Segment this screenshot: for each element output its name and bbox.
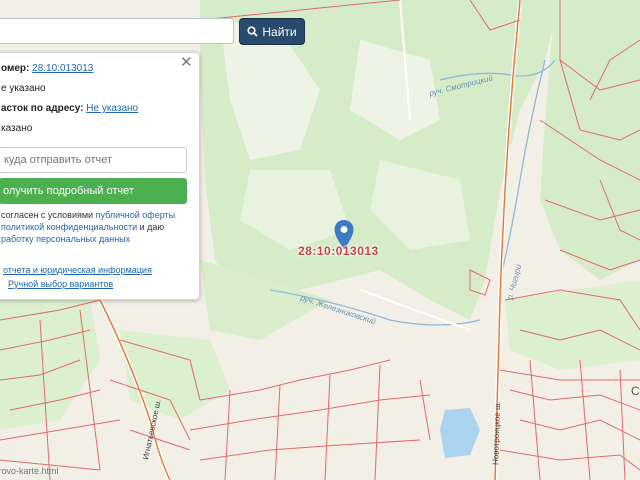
cadnum-label: омер: bbox=[1, 63, 30, 74]
email-input[interactable] bbox=[0, 147, 187, 173]
consent-middle: и даю bbox=[139, 222, 165, 232]
consent-prefix: согласен с условиями bbox=[1, 210, 94, 220]
corner-url-text: trovo-karte.html bbox=[0, 466, 59, 476]
search-input[interactable] bbox=[0, 18, 234, 44]
consent-text: согласен с условиями публичной оферты по… bbox=[1, 209, 181, 245]
manual-select-link[interactable]: Ручной выбор вариантов bbox=[8, 279, 113, 289]
address-row: асток по адресу: Не указано bbox=[1, 103, 138, 114]
info-row-2: е указано bbox=[1, 83, 46, 94]
search-icon bbox=[247, 26, 259, 37]
privacy-link[interactable]: политикой конфиденциальности bbox=[1, 222, 137, 232]
info-panel: ✕ омер: 28:10:013013 е указано асток по … bbox=[0, 52, 200, 300]
map-edge-letter: С bbox=[631, 384, 640, 398]
get-report-button[interactable]: олучить подробный отчет bbox=[0, 178, 187, 204]
address-link[interactable]: Не указано bbox=[86, 103, 138, 114]
address-label: асток по адресу: bbox=[1, 103, 84, 114]
search-button[interactable]: Найти bbox=[239, 18, 305, 45]
offer-link[interactable]: публичной оферты bbox=[96, 210, 176, 220]
info-row-4: казано bbox=[1, 123, 33, 134]
cadnum-row: омер: 28:10:013013 bbox=[1, 63, 93, 74]
cadnum-link[interactable]: 28:10:013013 bbox=[32, 63, 93, 74]
info-link[interactable]: отчета и юридическая информация bbox=[3, 265, 152, 275]
processing-link[interactable]: работку персональных данных bbox=[1, 234, 130, 244]
search-button-label: Найти bbox=[262, 24, 297, 39]
parcel-label: 28:10:013013 bbox=[298, 244, 379, 258]
close-icon[interactable]: ✕ bbox=[180, 55, 193, 71]
